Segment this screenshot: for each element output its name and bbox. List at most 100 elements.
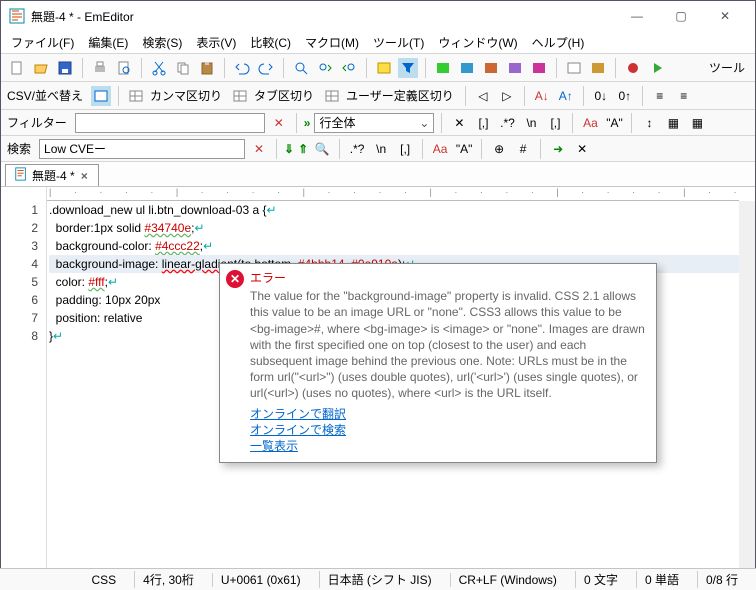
tool-a-icon[interactable] [564,58,584,78]
search-input[interactable] [39,139,245,159]
editor[interactable]: | · · · · | · · · · | · · · · | · · · · … [1,187,755,571]
status-eol[interactable]: CR+LF (Windows) [450,573,565,587]
filter-toggle-icon[interactable] [398,58,418,78]
menu-macro[interactable]: マクロ(M) [305,34,359,51]
filter-input[interactable] [75,113,265,133]
user-label[interactable]: ユーザー定義区切り [346,87,454,104]
tab-icon[interactable] [230,86,250,106]
grep-icon[interactable] [374,58,394,78]
undo-icon[interactable] [232,58,252,78]
f-opt1-icon[interactable]: ✕ [449,113,469,133]
panel2-icon[interactable] [457,58,477,78]
open-icon[interactable] [31,58,51,78]
sort-az-icon[interactable]: A↓ [532,86,552,106]
f-more3-icon[interactable]: ▦ [687,113,707,133]
status-lines: 0/8 行 [697,571,746,588]
print-icon[interactable] [90,58,110,78]
tooltip-body: The value for the "background-image" pro… [250,288,646,401]
tab-label[interactable]: タブ区切り [254,87,314,104]
menu-compare[interactable]: 比較(C) [250,34,291,51]
tab-close-icon[interactable]: × [79,169,90,183]
sort-num-asc-icon[interactable]: 0↓ [591,86,611,106]
f-ab-icon[interactable]: "A" [604,113,624,133]
tool-b-icon[interactable] [588,58,608,78]
menu-tools[interactable]: ツール(T) [373,34,424,51]
status-enc[interactable]: 日本語 (シフト JIS) [319,571,440,588]
s-opt3-icon[interactable]: [,] [395,139,415,159]
col-left-icon[interactable]: ◁ [473,86,493,106]
side-label[interactable]: ツール [709,59,745,76]
line-number: 1 [1,201,38,219]
search-down-icon[interactable]: ⇓ [284,142,294,156]
panel3-icon[interactable] [481,58,501,78]
menu-edit[interactable]: 編集(E) [88,34,128,51]
panel4-icon[interactable] [505,58,525,78]
filter-label: フィルター [7,114,67,131]
search-all-icon[interactable]: 🔍 [312,139,332,159]
search-up-icon[interactable]: ⇑ [298,142,308,156]
f-more2-icon[interactable]: ▦ [663,113,683,133]
search-bar: 検索 ✕ ⇓ ⇑ 🔍 .*? \n [,] Aa "A" ⊕ # ➜ ✕ [1,135,755,161]
error-tooltip: ✕ エラー The value for the "background-imag… [219,263,657,463]
menu-window[interactable]: ウィンドウ(W) [438,34,517,51]
close-button[interactable]: ✕ [703,1,747,31]
s-wrap-icon[interactable]: ⊕ [489,139,509,159]
comma-label[interactable]: カンマ区切り [150,87,222,104]
sort-za-icon[interactable]: A↑ [556,86,576,106]
redo-icon[interactable] [256,58,276,78]
f-opt2-icon[interactable]: [,] [473,113,493,133]
user-icon[interactable] [322,86,342,106]
menu-search[interactable]: 検索(S) [142,34,182,51]
panel5-icon[interactable] [529,58,549,78]
menu-file[interactable]: ファイル(F) [11,34,74,51]
toolbar-csv: CSV/並べ替え カンマ区切り タブ区切り ユーザー定義区切り ◁ ▷ A↓ A… [1,81,755,109]
s-close-icon[interactable]: ✕ [572,139,592,159]
s-opt2-icon[interactable]: \n [371,139,391,159]
paste-icon[interactable] [197,58,217,78]
tooltip-link-list[interactable]: 一覧表示 [250,438,646,454]
s-aa-icon[interactable]: Aa [430,139,450,159]
align-l-icon[interactable]: ≡ [650,86,670,106]
sort-num-desc-icon[interactable]: 0↑ [615,86,635,106]
filter-scope-combo[interactable]: 行全体 ⌄ [314,113,434,133]
filter-clear-icon[interactable]: ✕ [269,113,289,133]
f-opt4-icon[interactable]: \n [521,113,541,133]
find-icon[interactable] [291,58,311,78]
filter-go-icon[interactable]: » [304,116,311,130]
scrollbar-vertical[interactable] [739,201,755,571]
find-next-icon[interactable] [339,58,359,78]
s-opt1-icon[interactable]: .*? [347,139,367,159]
document-tab[interactable]: 無題-4 * × [5,164,99,186]
preview-icon[interactable] [114,58,134,78]
s-ab-icon[interactable]: "A" [454,139,474,159]
csv-sort-label[interactable]: CSV/並べ替え [7,87,83,104]
s-replace-icon[interactable]: ➜ [548,139,568,159]
line-number: 7 [1,309,38,327]
menu-help[interactable]: ヘルプ(H) [532,34,585,51]
f-opt5-icon[interactable]: [,] [545,113,565,133]
copy-icon[interactable] [173,58,193,78]
find-prev-icon[interactable] [315,58,335,78]
code-area[interactable]: .download_new ul li.btn_download-03 a {↵… [47,187,755,571]
play-icon[interactable] [647,58,667,78]
menu-view[interactable]: 表示(V) [196,34,236,51]
col-right-icon[interactable]: ▷ [497,86,517,106]
record-icon[interactable] [623,58,643,78]
comma-icon[interactable] [126,86,146,106]
tooltip-link-translate[interactable]: オンラインで翻訳 [250,406,646,422]
maximize-button[interactable]: ▢ [659,1,703,31]
cut-icon[interactable] [149,58,169,78]
f-opt3-icon[interactable]: .*? [497,113,517,133]
f-more1-icon[interactable]: ↕ [639,113,659,133]
s-count-icon[interactable]: # [513,139,533,159]
normal-mode-icon[interactable] [91,86,111,106]
save-icon[interactable] [55,58,75,78]
statusbar: CSS 4行, 30桁 U+0061 (0x61) 日本語 (シフト JIS) … [0,568,756,590]
tooltip-link-search[interactable]: オンラインで検索 [250,422,646,438]
minimize-button[interactable]: ― [615,1,659,31]
new-icon[interactable] [7,58,27,78]
panel1-icon[interactable] [433,58,453,78]
search-clear-icon[interactable]: ✕ [249,139,269,159]
align-r-icon[interactable]: ≡ [674,86,694,106]
f-aa-icon[interactable]: Aa [580,113,600,133]
